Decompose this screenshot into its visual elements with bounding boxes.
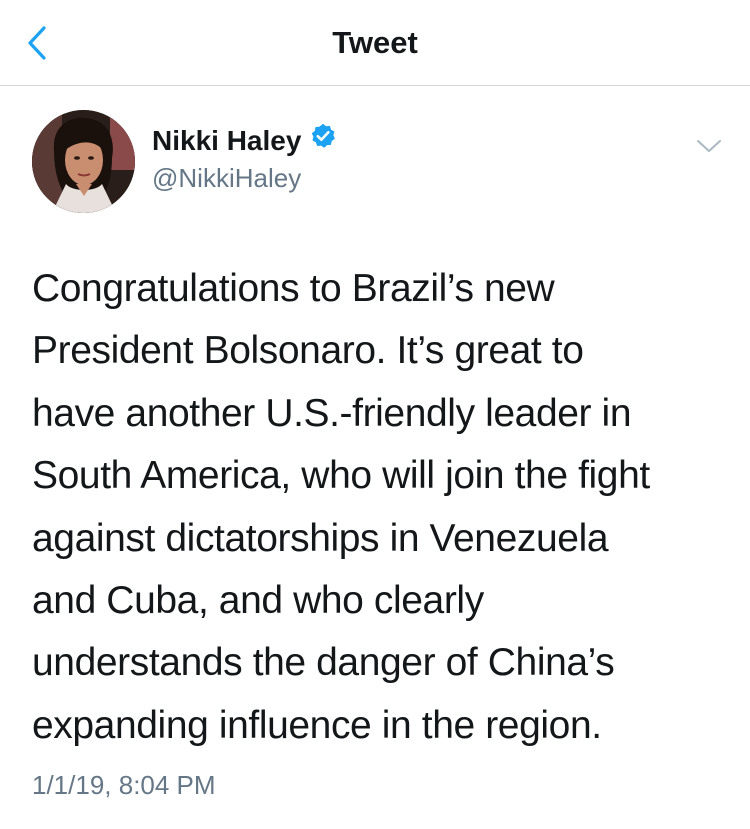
tweet-timestamp: 1/1/19, 8:04 PM [32, 770, 216, 800]
author-name-text: Nikki Haley [152, 125, 302, 156]
tweet-text-line: against dictatorships in Venezuela [32, 516, 609, 560]
chevron-down-icon [697, 140, 721, 152]
tweet-text: Congratulations to Brazil’s new Presiden… [32, 258, 722, 757]
nav-header: Tweet [0, 0, 750, 86]
avatar-portrait-icon [32, 110, 135, 213]
tweet-author: Nikki Haley @NikkiHaley [0, 100, 750, 230]
avatar[interactable] [32, 110, 135, 213]
author-name[interactable]: Nikki Haley [152, 122, 337, 161]
author-handle[interactable]: @NikkiHaley [152, 162, 301, 194]
more-options-button[interactable] [694, 134, 724, 158]
tweet-text-line: and Cuba, and who clearly [32, 579, 484, 623]
tweet-text-line: South America, who will join the fight [32, 454, 650, 498]
tweet-text-line: understands the danger of China’s [32, 641, 615, 685]
tweet-text-line: Congratulations to Brazil’s new [32, 267, 555, 310]
tweet-text-line: have another U.S.-friendly leader in [32, 391, 632, 435]
verified-badge-icon [309, 122, 337, 158]
tweet-text-line: expanding influence in the region. [32, 703, 602, 747]
tweet-text-line: President Bolsonaro. It’s great to [32, 329, 584, 373]
page-title: Tweet [332, 25, 418, 60]
